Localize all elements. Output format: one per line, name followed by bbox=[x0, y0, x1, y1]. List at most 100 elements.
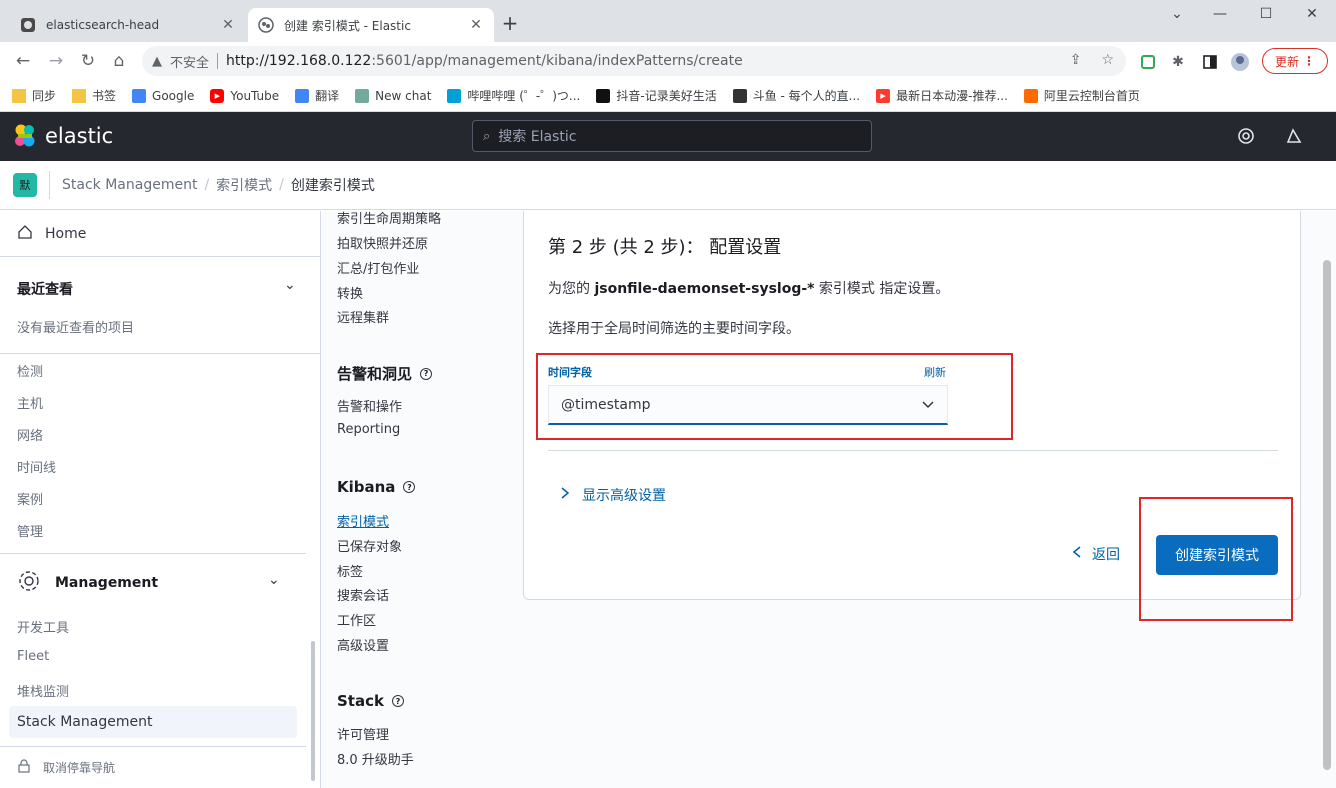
mgmt-section-alerts-title: 告警和洞见 bbox=[337, 365, 413, 383]
mgmt-item-ilm[interactable]: 索引生命周期策略 bbox=[337, 208, 441, 227]
mgmt-item-saved-objects[interactable]: 已保存对象 bbox=[337, 536, 402, 555]
question-icon[interactable]: ? bbox=[403, 481, 416, 493]
window-close-icon[interactable]: ✕ bbox=[1302, 6, 1322, 22]
nav-item-cases[interactable]: 案例 bbox=[17, 489, 43, 508]
index-pattern-name: jsonfile-daemonset-syslog-* bbox=[594, 281, 815, 297]
kibana-header: elastic ⌕ 搜索 Elastic bbox=[0, 112, 1336, 161]
mgmt-item-advanced-settings[interactable]: 高级设置 bbox=[337, 635, 389, 654]
bookmark-item[interactable]: 哔哩哔哩 (゜-゜)つ... bbox=[447, 87, 580, 104]
nav-divider bbox=[0, 746, 306, 747]
maximize-icon[interactable]: ☐ bbox=[1256, 6, 1276, 22]
nav-item-timelines[interactable]: 时间线 bbox=[17, 457, 56, 476]
nav-item-dev-tools[interactable]: 开发工具 bbox=[17, 617, 69, 636]
tab-close-icon[interactable]: ✕ bbox=[220, 17, 236, 33]
mgmt-item-reporting[interactable]: Reporting bbox=[337, 422, 400, 437]
bookmark-item[interactable]: 同步 bbox=[12, 87, 56, 104]
elastic-logo[interactable]: elastic bbox=[12, 123, 113, 149]
tab-search-chevron-icon[interactable]: ⌄ bbox=[1167, 6, 1187, 22]
bookmarks-bar: 同步 书签 Google ▶ YouTube 翻译 New chat 哔哩哔哩 (゜-゜)つ.… bbox=[0, 80, 1336, 112]
browser-toolbar: ← → ↻ ⌂ ▲ 不安全 http://192.168.0.122:5601/… bbox=[0, 42, 1336, 80]
bookmark-item[interactable]: ▶ 最新日本动漫-推荐... bbox=[876, 87, 1008, 104]
breadcrumb-stack-management[interactable]: Stack Management bbox=[62, 177, 197, 193]
nav-item-hosts[interactable]: 主机 bbox=[17, 393, 43, 412]
play-icon: ▶ bbox=[876, 88, 891, 103]
mgmt-item-search-sessions[interactable]: 搜索会话 bbox=[337, 585, 389, 604]
show-advanced-settings-toggle[interactable]: 显示高级设置 bbox=[560, 485, 666, 505]
new-tab-icon[interactable]: + bbox=[500, 13, 520, 34]
reload-icon[interactable]: ↻ bbox=[77, 50, 99, 72]
newsfeed-icon[interactable] bbox=[1284, 126, 1304, 146]
bookmark-item[interactable]: 斗鱼 - 每个人的直... bbox=[732, 87, 860, 104]
bookmark-item[interactable]: 翻译 bbox=[295, 87, 339, 104]
chevron-right-icon bbox=[560, 487, 570, 503]
bookmark-star-icon[interactable]: ☆ bbox=[1101, 52, 1114, 68]
url-host: http://192.168.0.122 bbox=[226, 53, 372, 69]
question-icon[interactable]: ? bbox=[420, 367, 433, 380]
nav-home-label: Home bbox=[45, 225, 87, 242]
mgmt-item-upgrade-assistant[interactable]: 8.0 升级助手 bbox=[337, 749, 414, 768]
minimize-icon[interactable]: — bbox=[1210, 6, 1230, 22]
mgmt-item-rollup-jobs[interactable]: 汇总/打包作业 bbox=[337, 258, 419, 277]
bookmark-item[interactable]: 阿里云控制台首页 bbox=[1023, 87, 1140, 104]
mgmt-item-remote-clusters[interactable]: 远程集群 bbox=[337, 307, 389, 326]
mgmt-item-snapshot-restore[interactable]: 拍取快照并还原 bbox=[337, 233, 428, 252]
step-title: 第 2 步 (共 2 步)： 配置设置 bbox=[548, 237, 782, 258]
nav-item-stack-management[interactable]: Stack Management bbox=[9, 706, 297, 738]
mgmt-item-transforms[interactable]: 转换 bbox=[337, 283, 363, 302]
management-header[interactable]: Management bbox=[17, 569, 158, 597]
nav-item-network[interactable]: 网络 bbox=[17, 425, 43, 444]
translate-icon bbox=[295, 88, 310, 103]
extension-icon[interactable] bbox=[1138, 52, 1158, 72]
mgmt-item-tags[interactable]: 标签 bbox=[337, 561, 363, 580]
bookmark-item[interactable]: ▶ YouTube bbox=[210, 88, 279, 103]
bookmark-item[interactable]: 书签 bbox=[72, 87, 116, 104]
mgmt-item-rules-connectors[interactable]: 告警和操作 bbox=[337, 396, 402, 415]
nav-item-administration[interactable]: 管理 bbox=[17, 521, 43, 540]
breadcrumb-bar: 默 Stack Management / 索引模式 / 创建索引模式 bbox=[0, 161, 1336, 210]
breadcrumb-index-patterns[interactable]: 索引模式 bbox=[216, 175, 272, 195]
bookmark-item[interactable]: New chat bbox=[355, 88, 431, 103]
nav-item-detections[interactable]: 检测 bbox=[17, 361, 43, 380]
mgmt-item-spaces[interactable]: 工作区 bbox=[337, 610, 376, 629]
nav-home[interactable]: Home bbox=[0, 211, 320, 257]
address-bar[interactable]: ▲ 不安全 http://192.168.0.122:5601/app/mana… bbox=[142, 46, 1126, 76]
nav-item-stack-monitoring[interactable]: 堆栈监测 bbox=[17, 681, 69, 700]
nav-item-fleet[interactable]: Fleet bbox=[17, 649, 49, 664]
browser-tab-elastic[interactable]: 创建 索引模式 - Elastic ✕ bbox=[248, 8, 494, 42]
forward-arrow-icon[interactable]: → bbox=[45, 50, 67, 72]
chevron-down-icon[interactable]: ⌄ bbox=[268, 572, 280, 588]
search-placeholder: 搜索 Elastic bbox=[498, 129, 577, 145]
bookmark-item[interactable]: Google bbox=[132, 88, 194, 103]
home-icon bbox=[17, 224, 33, 244]
douyu-icon bbox=[732, 88, 747, 103]
page-scrollbar[interactable] bbox=[1323, 260, 1331, 770]
mgmt-section-kibana-title: Kibana bbox=[337, 478, 396, 496]
chevron-left-icon bbox=[1072, 546, 1082, 562]
tab-close-icon[interactable]: ✕ bbox=[468, 17, 484, 33]
management-label: Management bbox=[55, 575, 159, 591]
help-icon[interactable] bbox=[1236, 126, 1256, 146]
puzzle-icon[interactable]: ✱ bbox=[1168, 52, 1188, 72]
share-icon[interactable]: ⇪ bbox=[1070, 52, 1082, 68]
question-icon[interactable]: ? bbox=[391, 695, 404, 707]
bookmark-label: 哔哩哔哩 (゜-゜)つ... bbox=[467, 89, 581, 103]
breadcrumb-separator: / bbox=[204, 177, 210, 193]
back-button[interactable]: 返回 bbox=[1072, 544, 1120, 564]
nav-scrollbar[interactable] bbox=[311, 641, 315, 781]
bookmark-label: 最新日本动漫-推荐... bbox=[896, 89, 1008, 103]
global-search-input[interactable]: ⌕ 搜索 Elastic bbox=[472, 120, 872, 152]
update-button[interactable]: 更新 ⋮ bbox=[1262, 48, 1328, 74]
browser-tab-elasticsearch-head[interactable]: elasticsearch-head ✕ bbox=[10, 8, 246, 42]
home-icon[interactable]: ⌂ bbox=[108, 50, 130, 72]
mgmt-item-license[interactable]: 许可管理 bbox=[337, 724, 389, 743]
recently-viewed-header[interactable]: 最近查看 bbox=[17, 279, 73, 299]
back-arrow-icon[interactable]: ← bbox=[12, 50, 34, 72]
undock-nav-button[interactable]: 取消停靠导航 bbox=[17, 759, 115, 776]
chevron-down-icon[interactable]: ⌄ bbox=[284, 277, 296, 293]
sidebar-icon[interactable] bbox=[1200, 52, 1220, 72]
undock-label: 取消停靠导航 bbox=[43, 761, 116, 775]
mgmt-item-index-patterns[interactable]: 索引模式 bbox=[337, 511, 389, 530]
space-avatar[interactable]: 默 bbox=[13, 173, 37, 197]
bookmark-item[interactable]: 抖音-记录美好生活 bbox=[596, 87, 717, 104]
profile-avatar[interactable] bbox=[1230, 52, 1250, 72]
